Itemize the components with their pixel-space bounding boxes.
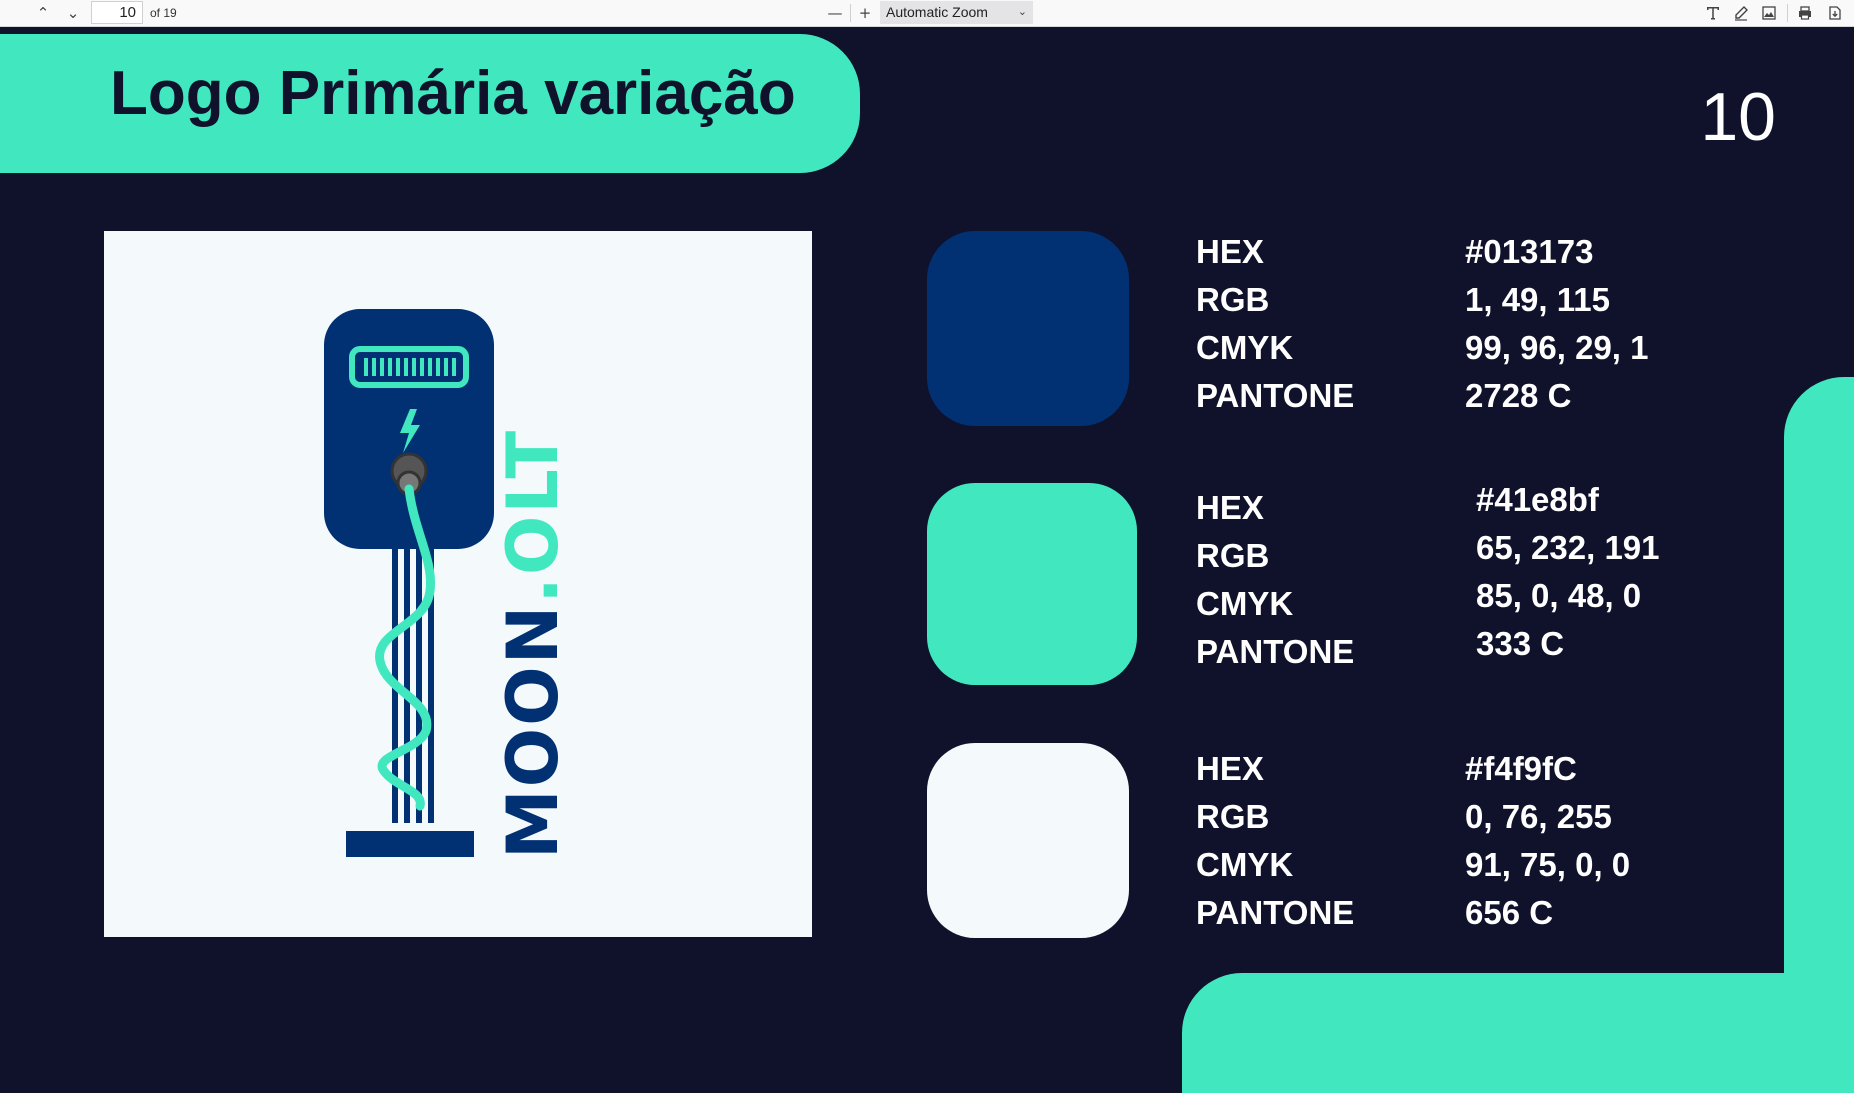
slide-title: Logo Primária variação — [110, 59, 796, 128]
spec-label: PANTONE — [1196, 633, 1355, 670]
spec-value: #013173 — [1465, 233, 1594, 270]
draw-tool-button[interactable] — [1728, 2, 1754, 24]
page-count-label: of 19 — [150, 6, 177, 20]
spec-value: 0, 76, 255 — [1465, 798, 1612, 835]
text-tool-icon — [1707, 7, 1719, 20]
wordmark-letter: T — [492, 429, 574, 479]
chevron-down-icon: ⌄ — [1017, 6, 1027, 18]
zoom-out-icon: — — [827, 4, 843, 22]
spec-value: 99, 96, 29, 1 — [1465, 329, 1649, 366]
image-tool-button[interactable] — [1756, 2, 1782, 24]
toolbar-separator — [850, 4, 851, 22]
spec-value: #41e8bf — [1476, 481, 1599, 518]
spec-label: RGB — [1196, 537, 1270, 574]
download-button[interactable] — [1822, 2, 1848, 24]
spec-value: #f4f9fC — [1465, 750, 1577, 787]
color-swatch-offwhite — [927, 743, 1129, 938]
spec-label: PANTONE — [1196, 894, 1355, 931]
spec-label: HEX — [1196, 233, 1264, 270]
wordmark-moon: M — [492, 787, 574, 859]
spec-label: HEX — [1196, 750, 1264, 787]
spec-label: CMYK — [1196, 585, 1294, 622]
slide-page-number: 10 — [1700, 79, 1776, 155]
chevron-down-icon: ⌄ — [66, 4, 80, 22]
wordmark-letter: O — [492, 726, 574, 788]
print-icon — [1799, 6, 1811, 20]
swatch2-labels: HEX RGB CMYK PANTONE — [1196, 484, 1354, 676]
previous-page-button[interactable]: ⌃ — [30, 2, 56, 24]
decorative-mint-bar-right — [1784, 377, 1854, 1077]
image-tool-icon — [1762, 6, 1776, 20]
draw-tool-icon — [1735, 6, 1748, 21]
spec-value: 85, 0, 48, 0 — [1476, 577, 1642, 614]
decorative-mint-bar-bottom — [1182, 973, 1854, 1093]
next-page-button[interactable]: ⌄ — [60, 2, 86, 24]
spec-value: 91, 75, 0, 0 — [1465, 846, 1631, 883]
spec-value: 1, 49, 115 — [1465, 281, 1610, 318]
spec-value: 333 C — [1476, 625, 1565, 662]
svg-text:MOON.OLT: MOON.OLT — [492, 429, 574, 859]
wordmark-letter: O — [492, 514, 574, 576]
page-number-input[interactable]: 10 — [91, 1, 143, 24]
toolbar-separator — [1787, 4, 1788, 22]
spec-label: RGB — [1196, 798, 1270, 835]
moonvolt-logo: MOON.OLT — [324, 309, 574, 859]
wordmark-letter: . — [492, 575, 574, 604]
text-tool-button[interactable] — [1700, 2, 1726, 24]
swatch2-values: #41e8bf 65, 232, 191 85, 0, 48, 0 333 C — [1476, 476, 1660, 668]
zoom-select-value: Automatic Zoom — [886, 4, 988, 20]
chevron-up-icon: ⌃ — [36, 4, 50, 22]
swatch3-values: #f4f9fC 0, 76, 255 91, 75, 0, 0 656 C — [1465, 745, 1630, 937]
spec-label: HEX — [1196, 489, 1264, 526]
zoom-in-button[interactable]: + — [852, 2, 878, 24]
zoom-select[interactable]: Automatic Zoom ⌄ — [880, 1, 1033, 24]
download-icon — [1829, 6, 1841, 20]
color-swatch-navy — [927, 231, 1129, 426]
zoom-out-button[interactable]: — — [822, 2, 848, 24]
logo-wordmark-shape: MOON.OLT — [492, 429, 574, 859]
spec-value: 656 C — [1465, 894, 1554, 931]
pdf-toolbar: ⌃ ⌄ 10 of 19 — + Automatic Zoom ⌄ — [0, 0, 1854, 27]
spec-value: 65, 232, 191 — [1476, 529, 1660, 566]
spec-label: PANTONE — [1196, 377, 1355, 414]
logo-panel: MOON.OLT — [104, 231, 812, 937]
swatch1-values: #013173 1, 49, 115 99, 96, 29, 1 2728 C — [1465, 228, 1648, 420]
spec-label: RGB — [1196, 281, 1270, 318]
spec-label: CMYK — [1196, 846, 1294, 883]
swatch1-labels: HEX RGB CMYK PANTONE — [1196, 228, 1354, 420]
spec-value: 2728 C — [1465, 377, 1572, 414]
color-swatch-mint — [927, 483, 1137, 685]
wordmark-letter: O — [492, 664, 574, 726]
swatch3-labels: HEX RGB CMYK PANTONE — [1196, 745, 1354, 937]
print-button[interactable] — [1792, 2, 1818, 24]
zoom-in-icon: + — [858, 4, 872, 22]
wordmark-letter: N — [492, 604, 574, 665]
spec-label: CMYK — [1196, 329, 1294, 366]
